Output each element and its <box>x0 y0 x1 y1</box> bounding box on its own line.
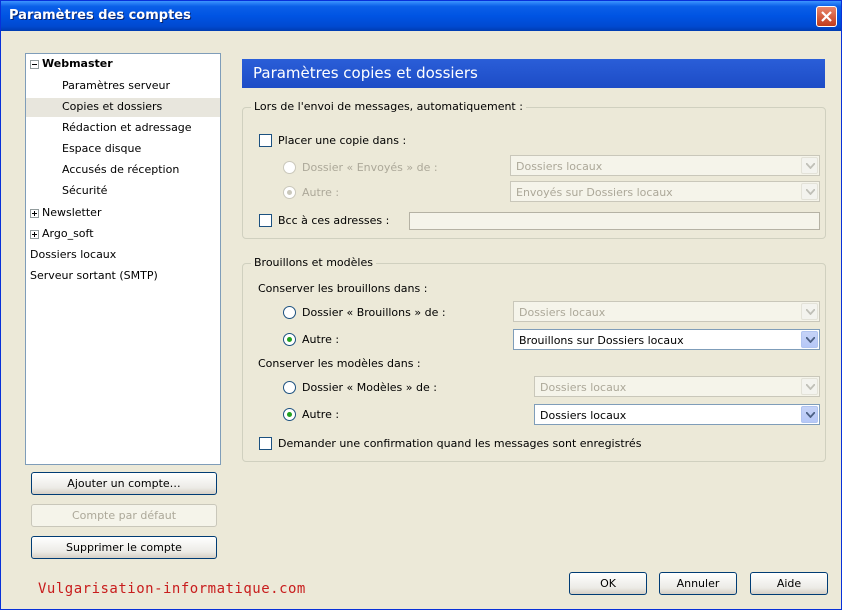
place-copy-label: Placer une copie dans : <box>278 134 407 147</box>
sent-folder-radio[interactable] <box>283 161 296 174</box>
templates-other-select[interactable]: Dossiers locaux <box>534 404 820 425</box>
cancel-button[interactable]: Annuler <box>659 572 737 595</box>
sent-other-radio[interactable] <box>283 186 296 199</box>
templates-other-label: Autre : <box>302 408 340 421</box>
confirm-save-checkbox[interactable] <box>259 437 272 450</box>
help-button[interactable]: Aide <box>750 572 828 595</box>
confirm-save-label: Demander une confirmation quand les mess… <box>278 437 642 450</box>
dropdown-arrow-icon <box>801 157 818 174</box>
tree-item-return-receipts[interactable]: Accusés de réception <box>62 163 179 176</box>
panel-title: Paramètres copies et dossiers <box>242 59 825 88</box>
expand-icon[interactable] <box>30 208 39 218</box>
templates-folder-radio[interactable] <box>283 381 296 394</box>
drafts-group-title: Brouillons et modèles <box>251 256 376 269</box>
window-title: Paramètres des comptes <box>9 8 191 23</box>
close-icon <box>821 11 832 22</box>
place-copy-checkbox[interactable] <box>259 134 272 147</box>
sent-other-select[interactable]: Envoyés sur Dossiers locaux <box>510 181 820 202</box>
drafts-folder-radio[interactable] <box>283 306 296 319</box>
delete-account-button[interactable]: Supprimer le compte <box>31 536 217 559</box>
dropdown-arrow-icon <box>801 378 818 395</box>
account-settings-window: Paramètres des comptes Webmaster Paramèt… <box>0 0 842 610</box>
bcc-checkbox[interactable] <box>259 214 272 227</box>
tree-item-outgoing-server[interactable]: Serveur sortant (SMTP) <box>30 269 158 282</box>
tree-item-composition[interactable]: Rédaction et adressage <box>62 121 192 134</box>
sent-folder-label: Dossier « Envoyés » de : <box>302 161 438 174</box>
sending-group-title: Lors de l'envoi de messages, automatique… <box>251 100 526 113</box>
tree-item-copies-folders[interactable]: Copies et dossiers <box>26 98 220 117</box>
sent-other-label: Autre : <box>302 186 340 199</box>
tree-item-disk-space[interactable]: Espace disque <box>62 142 141 155</box>
drafts-other-select[interactable]: Brouillons sur Dossiers locaux <box>513 329 820 350</box>
dropdown-arrow-icon <box>801 331 818 348</box>
bcc-input[interactable] <box>409 212 820 230</box>
keep-drafts-label: Conserver les brouillons dans : <box>258 282 428 295</box>
close-button[interactable] <box>816 6 837 27</box>
collapse-icon[interactable] <box>30 59 39 69</box>
tree-item-local-folders[interactable]: Dossiers locaux <box>30 248 116 261</box>
tree-item-security[interactable]: Sécurité <box>62 184 107 197</box>
drafts-other-radio[interactable] <box>283 333 296 346</box>
dropdown-arrow-icon <box>801 406 818 423</box>
watermark-text: Vulgarisation-informatique.com <box>38 581 306 597</box>
templates-folder-select[interactable]: Dossiers locaux <box>534 376 820 397</box>
bcc-label: Bcc à ces adresses : <box>278 214 390 227</box>
title-bar[interactable]: Paramètres des comptes <box>1 1 841 31</box>
templates-other-radio[interactable] <box>283 408 296 421</box>
drafts-folder-label: Dossier « Brouillons » de : <box>302 306 446 319</box>
keep-templates-label: Conserver les modèles dans : <box>258 357 421 370</box>
expand-icon[interactable] <box>30 229 39 239</box>
default-account-button[interactable]: Compte par défaut <box>31 504 217 527</box>
dropdown-arrow-icon <box>801 303 818 320</box>
dropdown-arrow-icon <box>801 183 818 200</box>
tree-item-server-settings[interactable]: Paramètres serveur <box>62 79 170 92</box>
tree-item-webmaster[interactable]: Webmaster <box>30 57 113 70</box>
account-tree[interactable]: Webmaster Paramètres serveur Copies et d… <box>25 53 221 465</box>
drafts-other-label: Autre : <box>302 333 340 346</box>
drafts-folder-select[interactable]: Dossiers locaux <box>513 301 820 322</box>
ok-button[interactable]: OK <box>569 572 647 595</box>
tree-item-argo-soft[interactable]: Argo_soft <box>30 227 94 240</box>
add-account-button[interactable]: Ajouter un compte… <box>31 472 217 495</box>
tree-item-newsletter[interactable]: Newsletter <box>30 206 101 219</box>
templates-folder-label: Dossier « Modèles » de : <box>302 381 437 394</box>
sent-folder-select[interactable]: Dossiers locaux <box>510 155 820 176</box>
